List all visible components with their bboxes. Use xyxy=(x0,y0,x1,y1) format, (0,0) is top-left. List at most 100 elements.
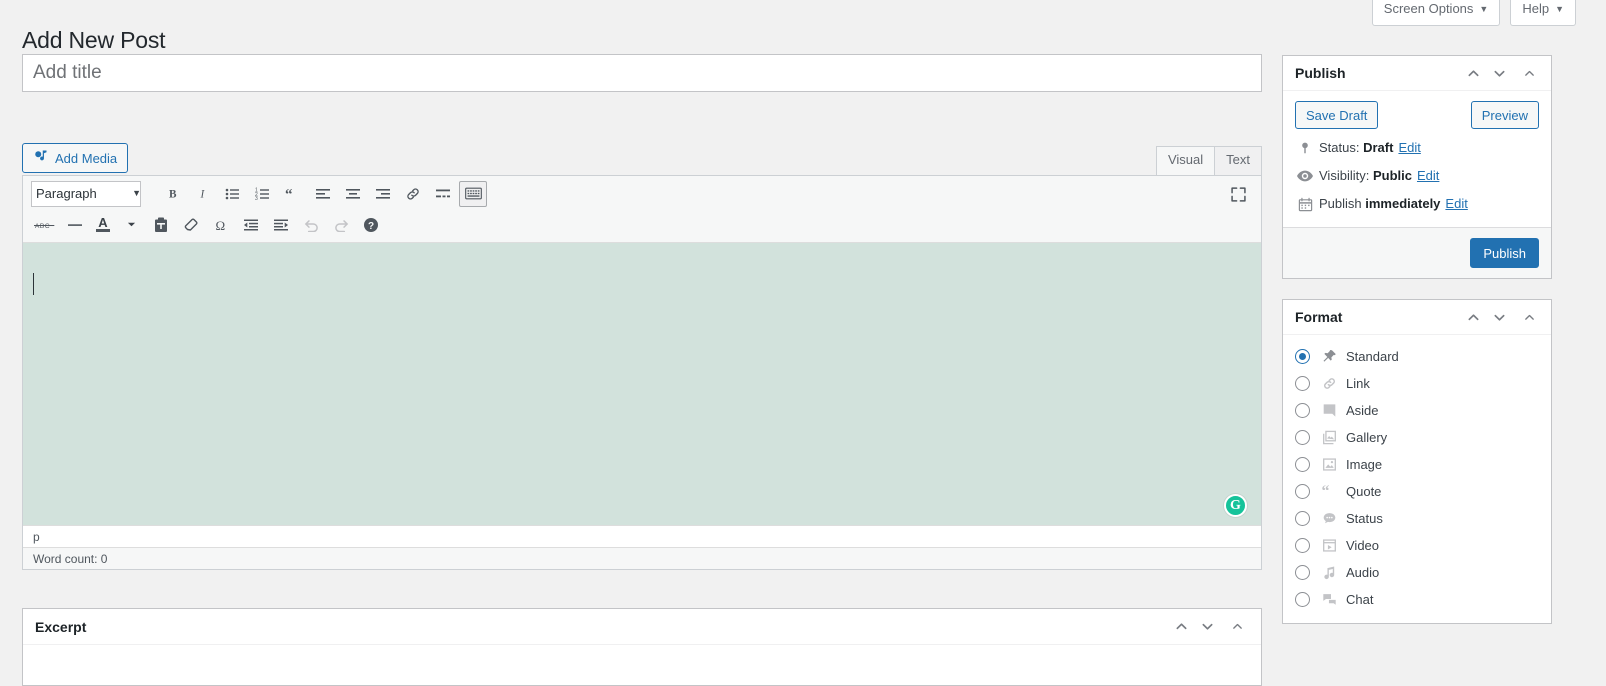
publish-title: Publish xyxy=(1295,65,1346,81)
format-radio-quote[interactable] xyxy=(1295,484,1310,499)
tab-visual[interactable]: Visual xyxy=(1155,146,1216,176)
post-status-value: Draft xyxy=(1363,140,1394,155)
format-radio-video[interactable] xyxy=(1295,538,1310,553)
post-title-input[interactable] xyxy=(22,54,1262,92)
insert-link-button[interactable] xyxy=(399,181,427,207)
format-option-link[interactable]: Link xyxy=(1295,370,1539,397)
format-label-standard: Standard xyxy=(1346,349,1399,364)
text-color-dropdown-button[interactable] xyxy=(117,212,145,238)
read-more-button[interactable] xyxy=(429,181,457,207)
eye-icon xyxy=(1295,168,1315,184)
strikethrough-button[interactable]: ABC xyxy=(31,212,59,238)
format-radio-status[interactable] xyxy=(1295,511,1310,526)
move-down-icon[interactable] xyxy=(1195,615,1219,639)
edit-status-link[interactable]: Edit xyxy=(1398,139,1420,157)
save-draft-button[interactable]: Save Draft xyxy=(1295,101,1379,129)
excerpt-postbox: Excerpt xyxy=(22,608,1262,686)
post-format-list: Standard Link Aside Gallery Image “ Quot… xyxy=(1283,335,1551,623)
format-option-quote[interactable]: “ Quote xyxy=(1295,478,1539,505)
horizontal-line-button[interactable] xyxy=(61,212,89,238)
screen-options-button[interactable]: Screen Options ▼ xyxy=(1371,0,1501,26)
move-up-icon[interactable] xyxy=(1169,615,1193,639)
format-option-video[interactable]: Video xyxy=(1295,532,1539,559)
grammarly-letter: G xyxy=(1230,497,1241,513)
publish-toggle-icon[interactable] xyxy=(1517,61,1541,85)
word-count-bar: Word count: 0 xyxy=(23,547,1261,569)
svg-text:I: I xyxy=(199,188,205,200)
audio-icon xyxy=(1319,564,1339,582)
text-caret xyxy=(33,273,34,295)
blockquote-button[interactable]: “ xyxy=(279,181,307,207)
sidebar: Publish Save Draft Preview Status: Draft… xyxy=(1282,55,1552,644)
quote-icon: “ xyxy=(1319,483,1339,501)
excerpt-toggle-icon[interactable] xyxy=(1225,615,1249,639)
text-color-button[interactable]: A xyxy=(91,212,115,238)
editor-content-area[interactable]: G xyxy=(23,243,1261,525)
move-down-icon[interactable] xyxy=(1487,61,1511,85)
format-label-link: Link xyxy=(1346,376,1370,391)
add-media-label: Add Media xyxy=(55,150,118,166)
format-radio-chat[interactable] xyxy=(1295,592,1310,607)
publish-actions: Save Draft Preview xyxy=(1283,91,1551,131)
format-radio-gallery[interactable] xyxy=(1295,430,1310,445)
distraction-free-mode-button[interactable] xyxy=(1225,181,1251,207)
chat-icon xyxy=(1319,591,1339,609)
format-toggle-icon[interactable] xyxy=(1517,305,1541,329)
svg-text:Ω: Ω xyxy=(216,218,226,233)
move-up-icon[interactable] xyxy=(1461,61,1485,85)
grammarly-icon[interactable]: G xyxy=(1224,494,1247,517)
bulleted-list-button[interactable] xyxy=(219,181,247,207)
format-radio-aside[interactable] xyxy=(1295,403,1310,418)
help-button[interactable]: Help ▼ xyxy=(1510,0,1576,26)
format-option-gallery[interactable]: Gallery xyxy=(1295,424,1539,451)
format-option-standard[interactable]: Standard xyxy=(1295,343,1539,370)
add-media-button[interactable]: Add Media xyxy=(22,143,129,173)
keyboard-shortcuts-button[interactable]: ? xyxy=(357,212,385,238)
align-right-button[interactable] xyxy=(369,181,397,207)
format-label-video: Video xyxy=(1346,538,1380,553)
increase-indent-button[interactable] xyxy=(267,212,295,238)
italic-button[interactable]: I xyxy=(189,181,217,207)
format-label-aside: Aside xyxy=(1346,403,1379,418)
edit-schedule-link[interactable]: Edit xyxy=(1445,195,1467,213)
excerpt-title: Excerpt xyxy=(35,618,87,635)
format-radio-audio[interactable] xyxy=(1295,565,1310,580)
undo-button[interactable] xyxy=(297,212,325,238)
publish-button[interactable]: Publish xyxy=(1470,238,1539,268)
toolbar-toggle-button[interactable] xyxy=(459,180,487,207)
format-label-image: Image xyxy=(1346,457,1383,472)
toolbar-row-1: Paragraph ▼ B I 1 2 3 “ xyxy=(23,178,1261,209)
format-option-chat[interactable]: Chat xyxy=(1295,586,1539,613)
format-option-image[interactable]: Image xyxy=(1295,451,1539,478)
tab-text[interactable]: Text xyxy=(1214,146,1262,176)
svg-text:“: “ xyxy=(1322,484,1330,500)
format-radio-image[interactable] xyxy=(1295,457,1310,472)
excerpt-order-buttons xyxy=(1169,615,1219,639)
preview-button[interactable]: Preview xyxy=(1470,101,1539,129)
format-radio-link[interactable] xyxy=(1295,376,1310,391)
decrease-indent-button[interactable] xyxy=(237,212,265,238)
paste-as-text-button[interactable] xyxy=(147,212,175,238)
format-option-audio[interactable]: Audio xyxy=(1295,559,1539,586)
align-left-button[interactable] xyxy=(309,181,337,207)
aside-icon xyxy=(1319,402,1339,420)
special-character-button[interactable]: Ω xyxy=(207,212,235,238)
paragraph-format-select[interactable]: Paragraph xyxy=(31,180,141,207)
redo-button[interactable] xyxy=(327,212,355,238)
media-buttons-row: Add Media Visual Text xyxy=(22,143,1262,176)
text-color-letter: A xyxy=(98,215,108,230)
post-editor: Paragraph ▼ B I 1 2 3 “ ABC A Ω ? G p Wo… xyxy=(22,175,1262,570)
element-path: p xyxy=(33,529,40,544)
format-option-status[interactable]: Status xyxy=(1295,505,1539,532)
bold-button[interactable]: B xyxy=(159,181,187,207)
move-up-icon[interactable] xyxy=(1461,305,1485,329)
numbered-list-button[interactable]: 1 2 3 xyxy=(249,181,277,207)
help-label: Help xyxy=(1522,1,1550,16)
word-count-label: Word count: 0 xyxy=(33,551,108,566)
align-center-button[interactable] xyxy=(339,181,367,207)
format-option-aside[interactable]: Aside xyxy=(1295,397,1539,424)
clear-formatting-button[interactable] xyxy=(177,212,205,238)
format-radio-standard[interactable] xyxy=(1295,349,1310,364)
move-down-icon[interactable] xyxy=(1487,305,1511,329)
edit-visibility-link[interactable]: Edit xyxy=(1417,167,1439,185)
